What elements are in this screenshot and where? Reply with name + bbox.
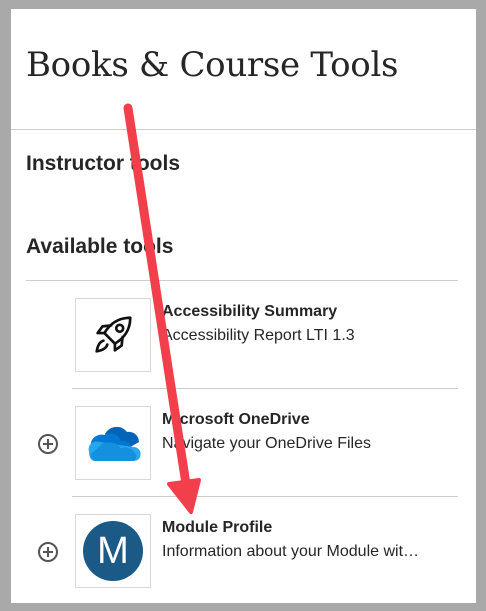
tool-name[interactable]: Accessibility Summary [162, 303, 337, 321]
tool-description: Accessibility Report LTI 1.3 [162, 327, 355, 344]
tool-row-accessibility-summary[interactable]: Accessibility Summary Accessibility Repo… [26, 281, 458, 389]
tool-name[interactable]: Module Profile [162, 519, 272, 537]
rocket-icon [95, 316, 132, 353]
tool-icon-box [75, 298, 151, 372]
tool-icon-box: M [75, 514, 151, 588]
tool-row-module-profile[interactable]: M Module Profile Information about your … [26, 497, 458, 603]
page-title: Books & Course Tools [26, 45, 399, 85]
module-profile-logo: M [83, 521, 143, 581]
instructor-tools-heading: Instructor tools [26, 152, 181, 175]
title-divider [11, 129, 476, 130]
tool-icon-box [75, 406, 151, 480]
add-tool-button[interactable] [38, 542, 58, 562]
tool-name[interactable]: Microsoft OneDrive [162, 411, 310, 429]
available-tools-heading: Available tools [26, 235, 174, 258]
tool-description: Information about your Module wit… [162, 543, 420, 560]
tool-row-microsoft-onedrive[interactable]: Microsoft OneDrive Navigate your OneDriv… [26, 389, 458, 497]
add-tool-button[interactable] [38, 434, 58, 454]
books-course-tools-panel: Books & Course Tools Instructor tools Av… [11, 9, 476, 603]
tool-description: Navigate your OneDrive Files [162, 435, 371, 452]
onedrive-cloud-icon [88, 426, 141, 461]
